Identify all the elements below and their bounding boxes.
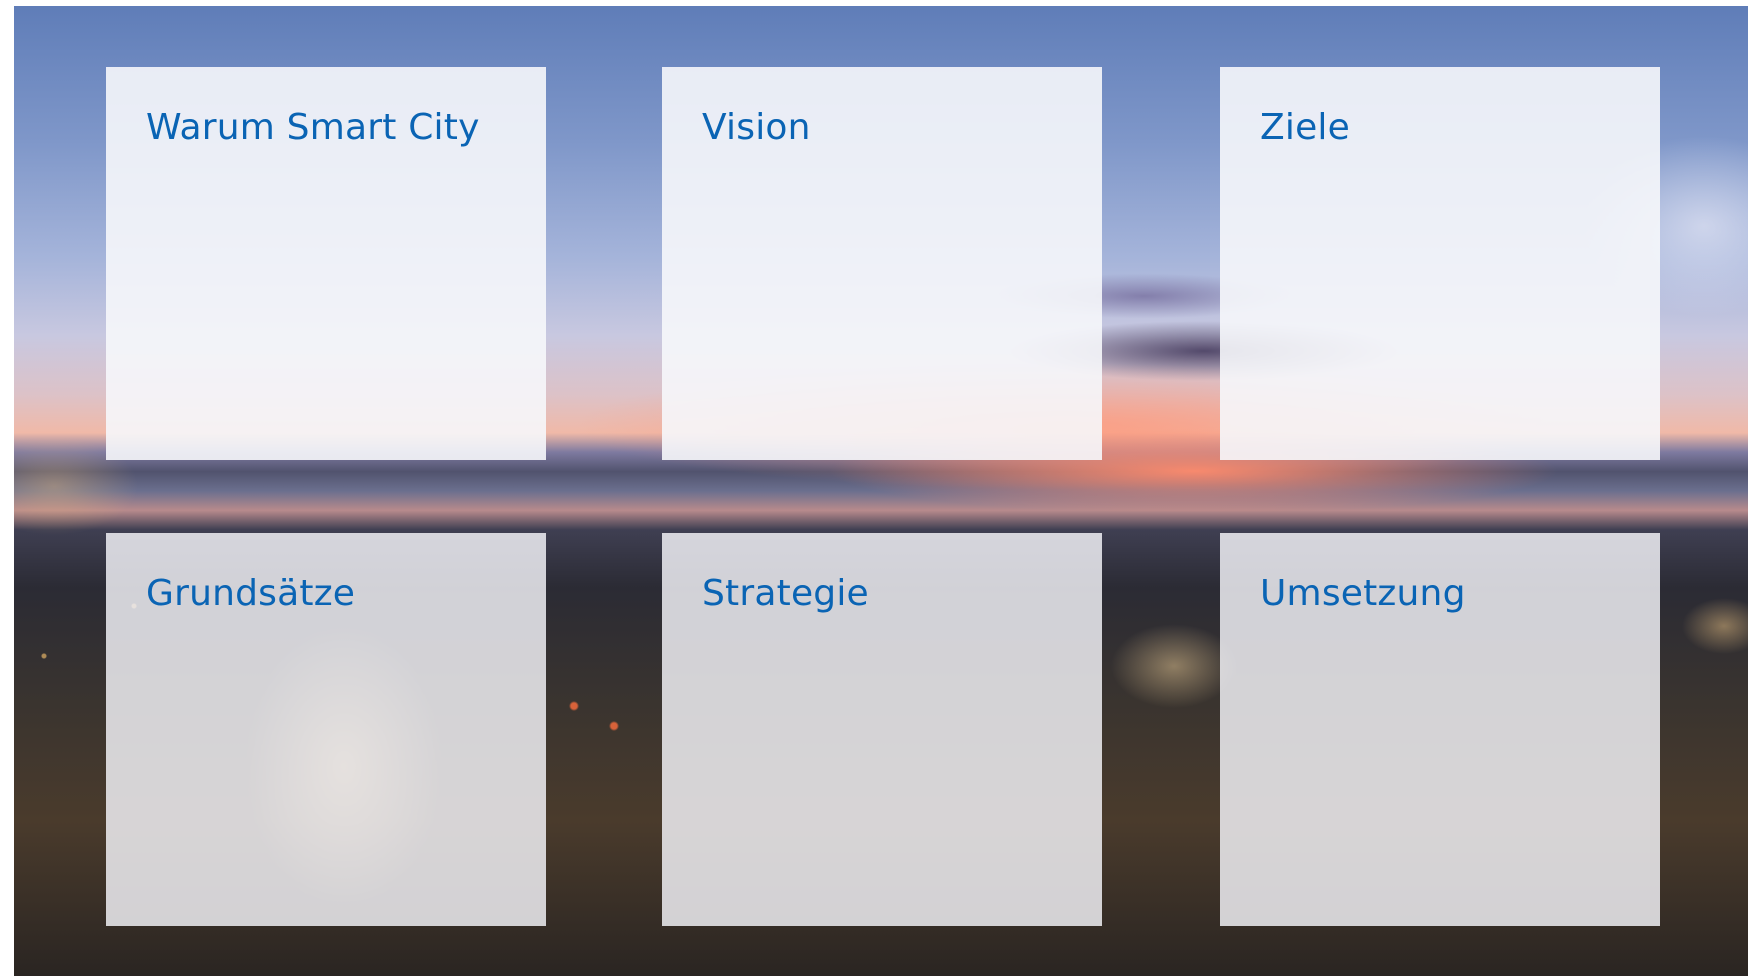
tile-vision[interactable]: Vision [662, 67, 1102, 460]
tile-strategie[interactable]: Strategie [662, 533, 1102, 926]
tile-title: Grundsätze [146, 573, 356, 614]
tile-ziele[interactable]: Ziele [1220, 67, 1660, 460]
tile-grundsaetze[interactable]: Grundsätze [106, 533, 546, 926]
tile-warum-smart-city[interactable]: Warum Smart City [106, 67, 546, 460]
tile-title: Umsetzung [1260, 573, 1466, 614]
tile-title: Ziele [1260, 107, 1350, 148]
tile-title: Vision [702, 107, 811, 148]
tile-title: Warum Smart City [146, 107, 480, 148]
tile-umsetzung[interactable]: Umsetzung [1220, 533, 1660, 926]
tile-title: Strategie [702, 573, 869, 614]
